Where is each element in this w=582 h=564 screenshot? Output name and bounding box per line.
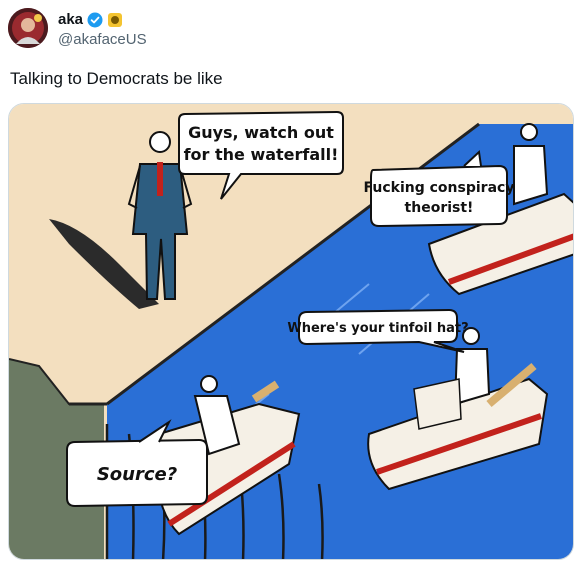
author-name-row: aka (58, 11, 123, 28)
gold-badge-icon[interactable] (107, 12, 123, 28)
comic-illustration: Guys, watch out for the waterfall! Fucki… (9, 104, 573, 559)
tweet-header: aka @akafaceUS (8, 8, 574, 52)
author-handle[interactable]: @akafaceUS (58, 31, 147, 48)
verified-check-icon (87, 12, 103, 27)
speech-boat2: Where's your tinfoil hat? (287, 321, 468, 336)
speech-boat1-line2: theorist! (405, 200, 474, 216)
speech-man-line2: for the waterfall! (184, 145, 339, 164)
speech-boat1-line1: Fucking conspiracy (364, 180, 515, 196)
speech-boat3: Source? (97, 464, 177, 485)
author-display-name[interactable]: aka (58, 11, 83, 28)
tweet-image[interactable]: Guys, watch out for the waterfall! Fucki… (8, 103, 574, 560)
speech-man-line1: Guys, watch out (188, 123, 334, 142)
avatar[interactable] (8, 8, 48, 48)
tweet-text: Talking to Democrats be like (10, 69, 223, 88)
